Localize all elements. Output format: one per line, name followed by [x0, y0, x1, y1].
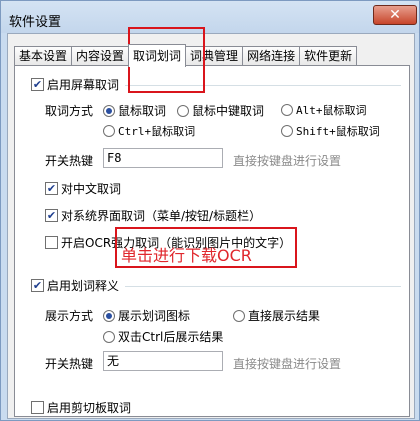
capture-hotkey-input[interactable]: F8: [103, 148, 223, 168]
selection-hotkey-label: 开关热键: [45, 357, 94, 371]
window-title: 软件设置: [9, 15, 62, 30]
radio-show-result[interactable]: 直接展示结果: [233, 307, 320, 324]
radio-icon: [281, 104, 293, 116]
settings-window: 软件设置 ✕ 基本设置 内容设置 取词划词 词典管理 网络连接 软件更新 ✔ 启…: [0, 0, 420, 421]
display-mode-label: 展示方式: [45, 309, 94, 323]
close-button[interactable]: ✕: [373, 5, 417, 25]
close-icon: ✕: [389, 7, 401, 23]
checkbox-checked-icon: ✔: [31, 78, 44, 91]
checkbox-checked-icon: ✔: [31, 279, 44, 292]
radio-shift-capture[interactable]: Shift+鼠标取词: [281, 123, 380, 139]
radio-selected-icon: [103, 104, 115, 117]
chinese-capture-checkbox[interactable]: ✔ 对中文取词: [45, 180, 121, 197]
checkbox-checked-icon: ✔: [45, 182, 58, 195]
title-bar: 软件设置 ✕: [1, 1, 419, 33]
radio-icon: [281, 125, 293, 137]
checkbox-unchecked-icon: [45, 236, 58, 249]
tab-update[interactable]: 软件更新: [299, 46, 358, 66]
tab-basic[interactable]: 基本设置: [14, 46, 73, 66]
radio-icon: [103, 330, 115, 343]
tab-network[interactable]: 网络连接: [242, 46, 301, 66]
enable-clipboard-checkbox[interactable]: 启用剪切板取词: [31, 399, 131, 416]
radio-mouse-capture[interactable]: 鼠标取词: [103, 102, 166, 119]
section-divider: [125, 286, 401, 287]
enable-screen-capture-label: 启用屏幕取词: [47, 78, 120, 92]
radio-icon: [177, 104, 189, 117]
checkbox-unchecked-icon: [31, 401, 44, 414]
capture-hotkey-hint: 直接按键盘进行设置: [233, 154, 342, 168]
radio-icon: [233, 309, 245, 322]
checkbox-checked-icon: ✔: [45, 209, 58, 222]
tab-word-capture[interactable]: 取词划词: [128, 44, 187, 67]
radio-show-icon[interactable]: 展示划词图标: [103, 307, 190, 324]
radio-ctrl-capture[interactable]: Ctrl+鼠标取词: [103, 123, 195, 139]
selection-hotkey-hint: 直接按键盘进行设置: [233, 357, 342, 371]
capture-hotkey-label: 开关热键: [45, 154, 94, 168]
annotation-text: 单击进行下载OCR: [121, 246, 252, 265]
ui-capture-checkbox[interactable]: ✔ 对系统界面取词（菜单/按钮/标题栏）: [45, 207, 261, 224]
radio-double-ctrl[interactable]: 双击Ctrl后展示结果: [103, 328, 223, 345]
radio-alt-capture[interactable]: Alt+鼠标取词: [281, 102, 367, 118]
dialog-body: 基本设置 内容设置 取词划词 词典管理 网络连接 软件更新 ✔ 启用屏幕取词 取…: [7, 33, 415, 419]
tab-strip: 基本设置 内容设置 取词划词 词典管理 网络连接 软件更新: [14, 44, 358, 67]
selection-hotkey-input[interactable]: 无: [103, 351, 223, 371]
enable-selection-checkbox[interactable]: ✔ 启用划词释义: [31, 277, 119, 294]
radio-middle-button-capture[interactable]: 鼠标中键取词: [177, 102, 264, 119]
capture-mode-label: 取词方式: [45, 104, 94, 118]
enable-screen-capture-checkbox[interactable]: ✔ 启用屏幕取词: [31, 76, 119, 93]
radio-selected-icon: [103, 309, 115, 322]
radio-icon: [103, 125, 115, 137]
tab-content[interactable]: 内容设置: [71, 46, 130, 66]
